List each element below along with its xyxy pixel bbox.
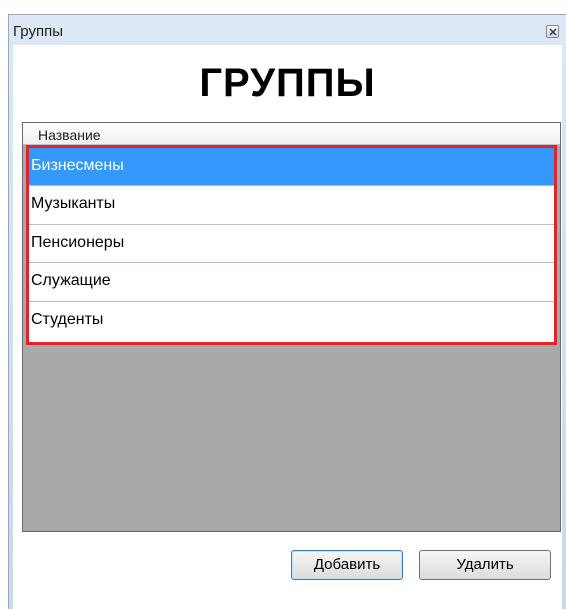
close-icon	[549, 28, 557, 36]
groups-list-highlight: Бизнесмены Музыканты Пенсионеры Служащие…	[26, 145, 557, 345]
group-row[interactable]: Студенты	[29, 301, 554, 340]
group-row-label: Музыканты	[31, 195, 116, 213]
add-button[interactable]: Добавить	[291, 550, 403, 580]
delete-button[interactable]: Удалить	[419, 550, 551, 580]
window-title: Группы	[13, 23, 63, 40]
group-row[interactable]: Бизнесмены	[29, 148, 554, 187]
page-title: ГРУППЫ	[199, 61, 376, 105]
group-row-label: Студенты	[31, 310, 104, 328]
window-client: ГРУППЫ Название Бизнесмены Музыканты Пен…	[13, 45, 562, 610]
groups-window: Группы ГРУППЫ Название Бизнесмены Музыка…	[8, 14, 566, 610]
group-row[interactable]: Пенсионеры	[29, 224, 554, 264]
title-bar[interactable]: Группы	[9, 15, 566, 45]
grid-header: Название	[23, 123, 560, 145]
groups-grid[interactable]: Название Бизнесмены Музыканты Пенсионеры…	[22, 122, 561, 532]
group-row-label: Служащие	[31, 272, 111, 290]
group-row-label: Бизнесмены	[31, 157, 124, 174]
column-header-name[interactable]: Название	[38, 127, 101, 143]
close-button[interactable]	[546, 25, 559, 38]
group-row[interactable]: Служащие	[29, 263, 554, 302]
group-row-label: Пенсионеры	[31, 233, 125, 251]
group-row[interactable]: Музыканты	[29, 186, 554, 225]
